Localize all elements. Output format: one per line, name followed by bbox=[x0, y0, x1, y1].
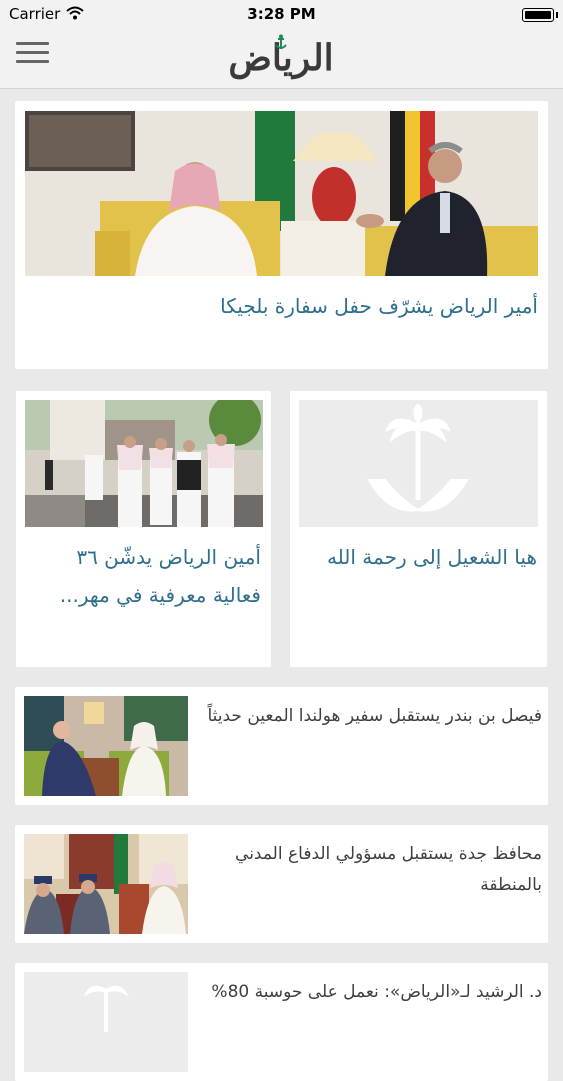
article-title[interactable]: فيصل بن بندر يستقبل سفير هولندا المعين ح… bbox=[207, 701, 542, 732]
list-article-card[interactable]: فيصل بن بندر يستقبل سفير هولندا المعين ح… bbox=[15, 687, 548, 805]
list-article-card[interactable]: محافظ جدة يستقبل مسؤولي الدفاع المدني با… bbox=[15, 825, 548, 943]
battery-icon bbox=[522, 8, 558, 22]
article-thumbnail bbox=[24, 834, 188, 934]
clock-label: 3:28 PM bbox=[247, 5, 316, 23]
article-photo-placeholder bbox=[299, 400, 538, 527]
app-logo: الرياض bbox=[208, 32, 354, 84]
article-title[interactable]: هيا الشعيل إلى رحمة الله bbox=[300, 538, 537, 576]
article-title[interactable]: د. الرشيد لـ«الرياض»: نعمل على حوسبة 80% bbox=[207, 977, 542, 1008]
article-thumbnail bbox=[24, 696, 188, 796]
article-photo bbox=[25, 111, 538, 276]
list-article-card[interactable]: د. الرشيد لـ«الرياض»: نعمل على حوسبة 80% bbox=[15, 963, 548, 1081]
anchor-emblem-icon bbox=[275, 34, 287, 49]
article-title[interactable]: أمير الرياض يشرّف حفل سفارة بلجيكا bbox=[29, 287, 538, 325]
article-photo bbox=[25, 400, 263, 527]
featured-article-card[interactable]: أمير الرياض يشرّف حفل سفارة بلجيكا bbox=[15, 101, 548, 369]
navigation-bar: الرياض bbox=[0, 30, 563, 89]
hamburger-menu-icon[interactable] bbox=[16, 42, 49, 68]
grid-article-card[interactable]: هيا الشعيل إلى رحمة الله bbox=[290, 391, 547, 667]
article-title[interactable]: أمين الرياض يدشّن ٣٦ فعالية معرفية في مه… bbox=[26, 538, 261, 614]
status-bar: Carrier 3:28 PM bbox=[0, 0, 563, 30]
palm-tree-swords-icon bbox=[367, 403, 469, 512]
article-title[interactable]: محافظ جدة يستقبل مسؤولي الدفاع المدني با… bbox=[200, 839, 542, 901]
palm-tree-swords-icon bbox=[83, 985, 129, 1032]
grid-article-card[interactable]: أمين الرياض يدشّن ٣٦ فعالية معرفية في مه… bbox=[16, 391, 271, 667]
article-photo-placeholder bbox=[24, 972, 188, 1072]
